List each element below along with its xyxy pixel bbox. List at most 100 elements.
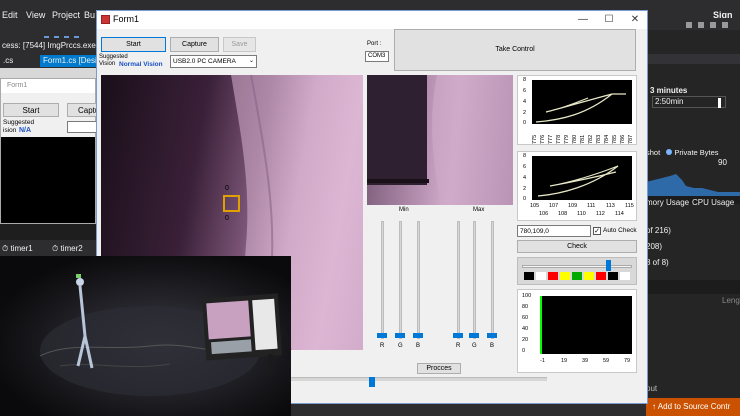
graph-3-plot	[540, 296, 632, 354]
g3-y-tick: 0	[522, 348, 526, 354]
document-tabs: .cs Form1.cs [Design]	[0, 54, 96, 68]
g1-y-2: 2	[523, 110, 527, 116]
frame-track[interactable]	[287, 377, 547, 381]
diag-session-duration: 3 minutes	[650, 86, 688, 95]
save-button[interactable]: Save	[223, 37, 256, 52]
color-strip	[517, 257, 637, 285]
max-b-track[interactable]	[491, 221, 494, 339]
max-g-track[interactable]	[473, 221, 476, 339]
menu-project[interactable]: Project	[52, 10, 80, 20]
designer-form-title: Form1	[1, 79, 95, 93]
max-r-track[interactable]	[457, 221, 460, 339]
color-swatch	[536, 272, 546, 280]
menu-build[interactable]: Bu	[84, 10, 95, 20]
tab-cs[interactable]: .cs	[0, 55, 16, 67]
start-button[interactable]: Start	[101, 37, 166, 52]
diagnostic-tools-panel: 3 minutes 2:50min shot Private Bytes 90 …	[646, 30, 740, 416]
designer-textbox[interactable]	[67, 121, 97, 133]
capture-button[interactable]: Capture	[170, 37, 219, 52]
diag-timeline-marker	[718, 98, 721, 108]
designer-start-button[interactable]: Start	[3, 103, 59, 117]
graph-2: 8 6 4 2 0 105 107 109 111 113 115 106 108 110 11…	[517, 151, 637, 221]
g3-y-tick: 100	[522, 293, 532, 299]
vision-value: Normal Vision	[119, 61, 163, 68]
min-r-track[interactable]	[381, 221, 384, 339]
auto-check-checkbox[interactable]: ✓	[593, 227, 601, 235]
designer-picturebox	[1, 137, 95, 223]
g2-x-tick-top: 113	[606, 203, 615, 209]
port-input[interactable]: COM3	[365, 51, 389, 62]
camera-select[interactable]: USB2.0 PC CAMERA ⌄	[170, 55, 257, 68]
max-r-thumb[interactable]	[453, 333, 463, 338]
checkmark-icon: ✓	[594, 228, 600, 235]
g2-x-tick-top: 111	[587, 203, 596, 209]
frame-thumb[interactable]	[369, 377, 375, 387]
g1-y-0: 0	[523, 120, 527, 126]
menu-edit[interactable]: Edit	[2, 10, 18, 20]
g2-x-tick-bottom: 110	[577, 211, 586, 217]
video-scene	[0, 256, 291, 416]
g1-y-6: 6	[523, 88, 527, 94]
g3-x-tick: 19	[561, 358, 568, 364]
min-r-thumb[interactable]	[377, 333, 387, 338]
diag-row-1: of 216)	[646, 226, 671, 235]
webcam-video	[0, 256, 291, 416]
designer-vision-label: ision	[3, 127, 17, 134]
timer1-component[interactable]: ⏱ timer1	[2, 244, 33, 254]
auto-check-label: Auto Check	[603, 227, 637, 234]
roi-box[interactable]	[223, 195, 240, 212]
component-tray: ⏱ timer1 ⏱ timer2	[0, 240, 96, 256]
processed-scene	[367, 75, 513, 205]
hue-track[interactable]	[522, 265, 632, 268]
maximize-button[interactable]: ☐	[595, 13, 623, 27]
tab-form1-design[interactable]: Form1.cs [Design]	[40, 55, 96, 67]
form1-titlebar[interactable]: Form1 — ☐ ✕	[97, 11, 647, 29]
g2-x-tick-top: 109	[568, 203, 578, 209]
g3-y-tick: 20	[522, 337, 529, 343]
chevron-down-icon: ⌄	[248, 58, 254, 64]
g1-x-tick: 783	[596, 134, 602, 144]
take-control-button[interactable]: Take Control	[394, 29, 636, 71]
minimize-button[interactable]: —	[569, 13, 597, 27]
camera-select-value: USB2.0 PC CAMERA	[173, 58, 236, 65]
port-label: Port :	[367, 41, 382, 47]
process-label: cess: [7544] ImgPrccs.exe	[0, 38, 96, 54]
g1-x-tick: 775	[532, 134, 538, 144]
g1-x-tick: 780	[572, 134, 578, 144]
g1-x-tick: 787	[628, 134, 634, 144]
process-button[interactable]: Procces	[417, 363, 461, 374]
max-label: Max	[473, 207, 485, 213]
diag-tab-cpu[interactable]: CPU Usage	[692, 198, 734, 207]
g3-y-tick: 40	[522, 326, 529, 332]
menu-view[interactable]: View	[26, 10, 45, 20]
graph-3-series	[540, 296, 542, 354]
designer-capture-button[interactable]: Captu	[67, 103, 97, 117]
max-g-thumb[interactable]	[469, 333, 479, 338]
min-b-thumb[interactable]	[413, 333, 423, 338]
coordinate-textbox[interactable]: 780,109,0	[517, 225, 591, 237]
add-to-source-control[interactable]: ↑ Add to Source Contr	[646, 398, 740, 416]
check-button[interactable]: Check	[517, 240, 637, 253]
g3-x-tick: 59	[603, 358, 610, 364]
form1-title: Form1	[113, 14, 140, 24]
diag-tab-memory[interactable]: mory Usage	[646, 198, 689, 207]
designer-form[interactable]: Form1 Start Captu Suggested ision N/A	[0, 78, 97, 224]
hue-thumb[interactable]	[605, 260, 611, 271]
min-b-label: B	[416, 343, 421, 349]
max-b-thumb[interactable]	[487, 333, 497, 338]
camera-view-processed	[367, 75, 513, 205]
min-g-track[interactable]	[399, 221, 402, 339]
min-label: Min	[399, 207, 409, 213]
graph-1-curve	[535, 93, 626, 123]
color-swatch	[608, 272, 618, 280]
g2-y-0: 0	[523, 196, 527, 202]
graph-3: 100 80 60 40 20 0 -1 19 39 59 79	[517, 289, 637, 373]
min-b-track[interactable]	[417, 221, 420, 339]
timer2-component[interactable]: ⏱ timer2	[52, 244, 83, 254]
min-g-thumb[interactable]	[395, 333, 405, 338]
color-swatch	[572, 272, 582, 280]
color-swatch	[560, 272, 570, 280]
close-button[interactable]: ✕	[621, 13, 647, 27]
g2-x-tick-top: 115	[625, 203, 634, 209]
g2-x-tick-bottom: 112	[596, 211, 605, 217]
